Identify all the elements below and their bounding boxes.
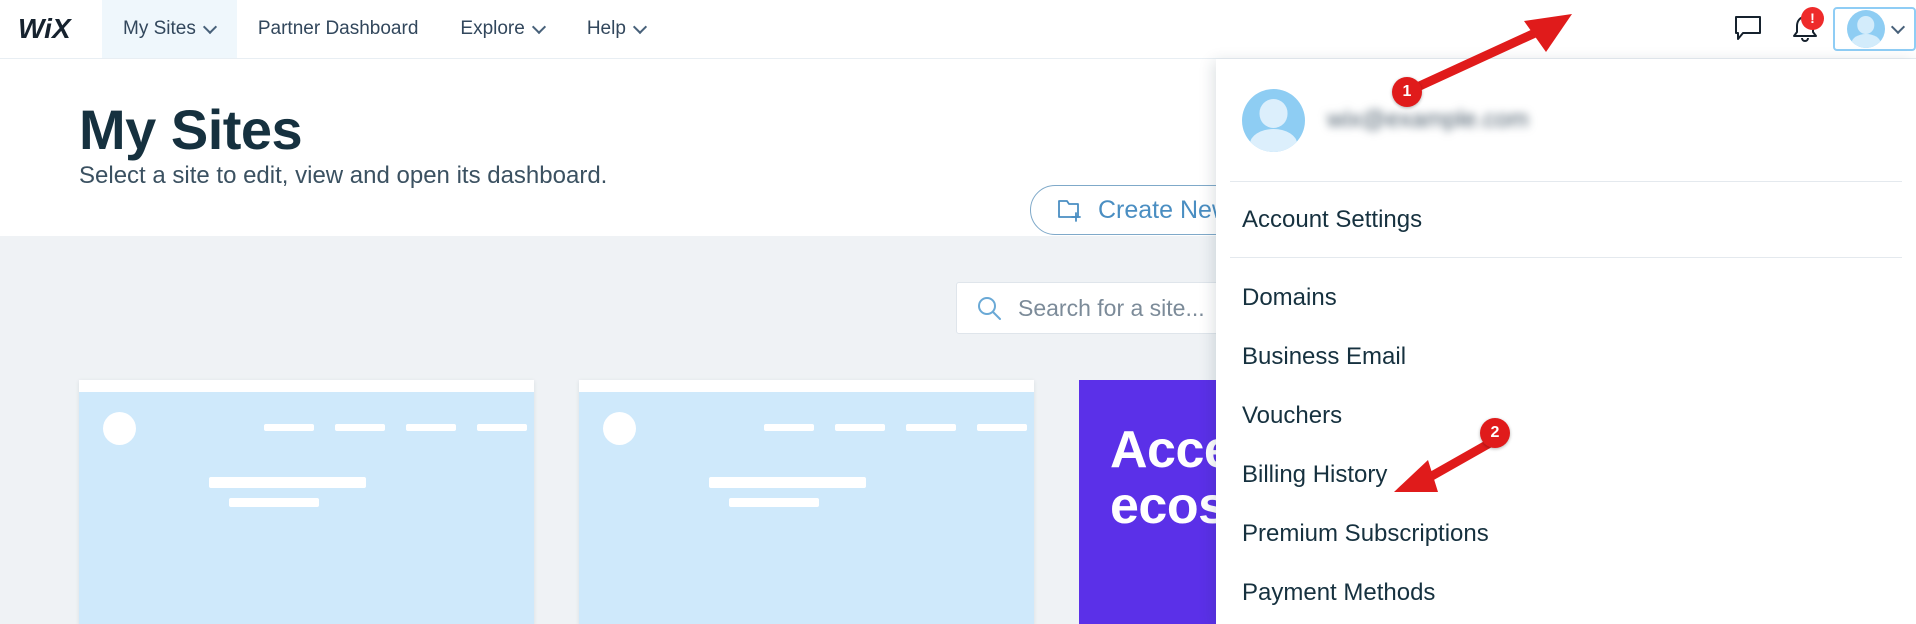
chat-bubble-icon [1735, 16, 1761, 40]
skeleton-nav-bar [977, 424, 1027, 431]
skeleton-nav-bar [335, 424, 385, 431]
chevron-down-icon [205, 22, 216, 33]
nav-item-my-sites[interactable]: My Sites [102, 0, 237, 58]
nav-item-explore-label: Explore [460, 18, 525, 39]
menu-item-account-settings-label: Account Settings [1242, 205, 1423, 233]
skeleton-sub-bar [729, 498, 819, 507]
user-avatar-icon [1847, 10, 1885, 48]
chevron-down-icon [534, 22, 545, 33]
account-dropdown-menu: wix@example.com Account Settings Domains… [1216, 59, 1916, 624]
dropdown-group-account: Account Settings [1216, 182, 1916, 257]
site-card-preview [79, 392, 534, 624]
site-card-preview [579, 392, 1034, 624]
skeleton-nav-bar [835, 424, 885, 431]
top-navigation-bar: WiX My Sites Partner Dashboard Explore H… [0, 0, 1916, 59]
menu-item-payment-methods[interactable]: Payment Methods [1216, 573, 1916, 612]
menu-item-vouchers[interactable]: Vouchers [1216, 396, 1916, 435]
skeleton-nav-bar [906, 424, 956, 431]
wix-logo-icon: WiX [18, 15, 73, 43]
nav-item-help[interactable]: Help [566, 0, 667, 58]
skeleton-nav-bar [264, 424, 314, 431]
chevron-down-icon [1893, 22, 1904, 33]
user-avatar-icon [1242, 88, 1305, 152]
page-subtitle: Select a site to edit, view and open its… [79, 162, 608, 189]
menu-item-business-email-label: Business Email [1242, 342, 1407, 370]
menu-item-payment-methods-label: Payment Methods [1242, 578, 1436, 606]
nav-item-my-sites-label: My Sites [123, 18, 196, 39]
menu-item-billing-history[interactable]: Billing History [1216, 455, 1916, 494]
skeleton-title-bar [709, 477, 866, 488]
skeleton-title-bar [209, 477, 366, 488]
nav-item-help-label: Help [586, 18, 626, 39]
menu-item-domains[interactable]: Domains [1216, 278, 1916, 317]
chevron-down-icon [635, 22, 646, 33]
nav-item-partner-dashboard-label: Partner Dashboard [257, 18, 419, 39]
folder-plus-icon [1058, 199, 1081, 222]
skeleton-nav-bar [477, 424, 527, 431]
skeleton-avatar [603, 412, 636, 445]
dropdown-profile-row[interactable]: wix@example.com [1216, 59, 1916, 181]
menu-item-business-email[interactable]: Business Email [1216, 337, 1916, 376]
menu-item-billing-history-label: Billing History [1242, 460, 1388, 488]
notifications-button[interactable]: ! [1777, 0, 1833, 59]
wix-logo[interactable]: WiX [0, 0, 102, 58]
nav-item-explore[interactable]: Explore [439, 0, 565, 58]
page-title: My Sites [79, 98, 303, 161]
skeleton-sub-bar [229, 498, 319, 507]
svg-text:WiX: WiX [18, 15, 73, 43]
top-bar-actions: ! [1721, 0, 1916, 58]
skeleton-avatar [103, 412, 136, 445]
site-card-skeleton[interactable] [579, 380, 1034, 624]
skeleton-nav-bar [406, 424, 456, 431]
menu-item-account-settings[interactable]: Account Settings [1216, 200, 1916, 239]
search-icon [978, 297, 1001, 320]
notification-badge: ! [1801, 6, 1824, 30]
menu-item-premium-subscriptions-label: Premium Subscriptions [1242, 519, 1489, 547]
menu-item-premium-subscriptions[interactable]: Premium Subscriptions [1216, 514, 1916, 553]
skeleton-nav-bar [764, 424, 814, 431]
site-card-skeleton[interactable] [79, 380, 534, 624]
menu-item-domains-label: Domains [1242, 283, 1337, 311]
nav-item-partner-dashboard[interactable]: Partner Dashboard [237, 0, 440, 58]
search-placeholder: Search for a site... [1018, 294, 1205, 321]
menu-item-vouchers-label: Vouchers [1242, 401, 1343, 429]
dropdown-group-billing: Domains Business Email Vouchers Billing … [1216, 258, 1916, 612]
main-nav: My Sites Partner Dashboard Explore Help [102, 0, 667, 58]
avatar-button[interactable] [1833, 7, 1916, 51]
account-email: wix@example.com [1327, 106, 1529, 133]
chat-button[interactable] [1721, 0, 1777, 59]
